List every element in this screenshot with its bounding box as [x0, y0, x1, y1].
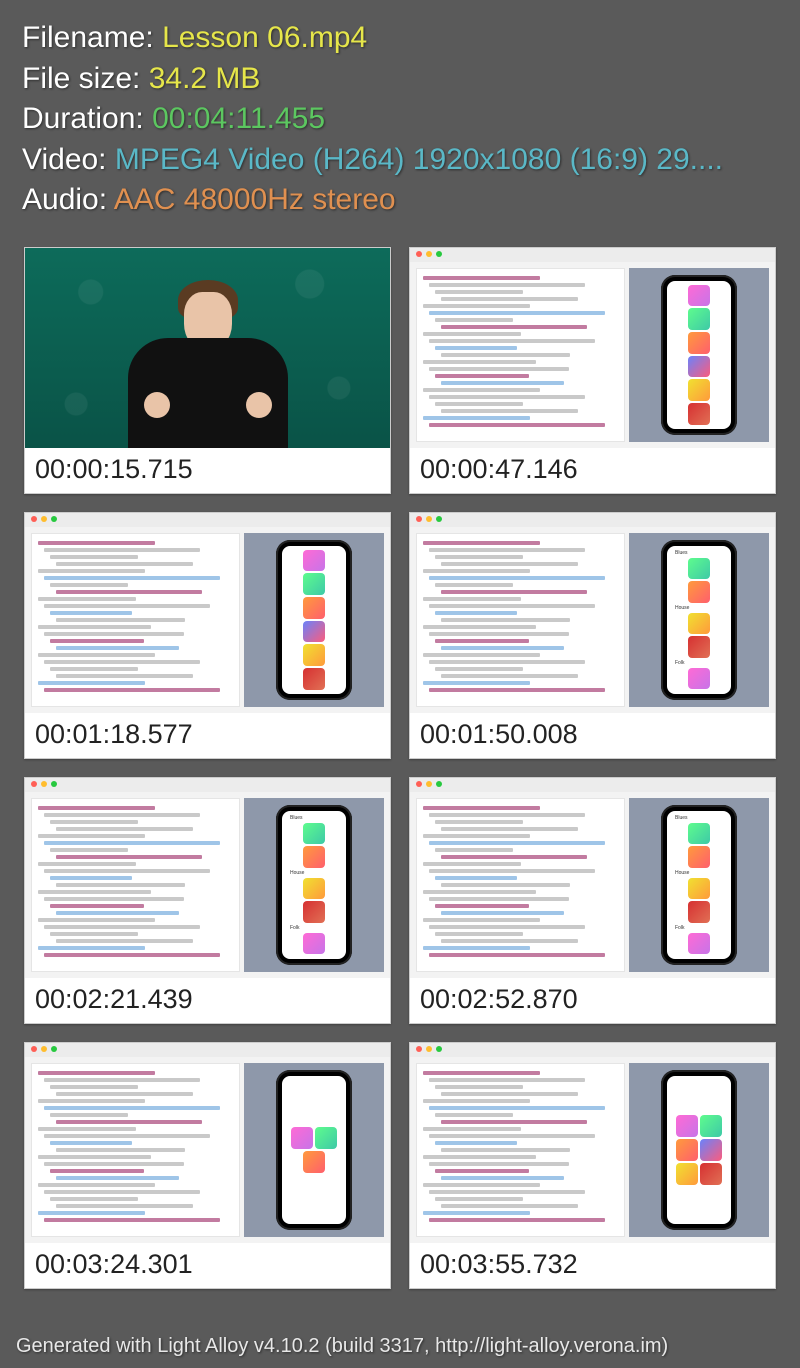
label-audio: Audio:	[22, 183, 114, 216]
code-editor-pane	[31, 798, 240, 972]
value-filename: Lesson 06.mp4	[162, 21, 367, 54]
thumbnail-card[interactable]: 00:03:24.301	[24, 1042, 391, 1289]
thumbnail-frame	[410, 1043, 775, 1243]
window-traffic-lights	[416, 1046, 442, 1052]
swiftui-preview-pane: BluesHouseFolk	[629, 798, 769, 972]
window-traffic-lights	[31, 516, 57, 522]
label-filename: Filename:	[22, 21, 162, 54]
thumbnail-frame: BluesHouseFolk	[410, 778, 775, 978]
info-row-video: Video: MPEG4 Video (H264) 1920x1080 (16:…	[22, 140, 778, 181]
thumbnail-card[interactable]: BluesHouseFolk 00:01:50.008	[409, 512, 776, 759]
label-duration: Duration:	[22, 102, 152, 135]
xcode-window: BluesHouseFolk	[410, 778, 775, 978]
info-row-duration: Duration: 00:04:11.455	[22, 99, 778, 140]
iphone-mockup: BluesHouseFolk	[661, 805, 737, 965]
thumbnail-timestamp: 00:03:24.301	[25, 1243, 390, 1288]
thumbnail-timestamp: 00:00:15.715	[25, 448, 390, 493]
thumbnail-timestamp: 00:01:50.008	[410, 713, 775, 758]
xcode-window	[25, 1043, 390, 1243]
thumbnail-frame: BluesHouseFolk	[410, 513, 775, 713]
xcode-window	[410, 248, 775, 448]
thumbnail-frame: BluesHouseFolk	[25, 778, 390, 978]
window-traffic-lights	[416, 781, 442, 787]
label-filesize: File size:	[22, 62, 149, 95]
code-editor-pane	[416, 533, 625, 707]
xcode-window: BluesHouseFolk	[410, 513, 775, 713]
code-editor-pane	[31, 533, 240, 707]
value-audio: AAC 48000Hz stereo	[114, 183, 396, 216]
swiftui-preview-pane	[629, 1063, 769, 1237]
presenter-figure	[118, 278, 298, 448]
footer-generator-text: Generated with Light Alloy v4.10.2 (buil…	[16, 1335, 668, 1358]
thumbnail-timestamp: 00:02:21.439	[25, 978, 390, 1023]
swiftui-preview-pane	[244, 1063, 384, 1237]
thumbnail-card[interactable]: BluesHouseFolk 00:02:21.439	[24, 777, 391, 1024]
thumbnail-timestamp: 00:00:47.146	[410, 448, 775, 493]
xcode-window	[25, 513, 390, 713]
window-traffic-lights	[416, 516, 442, 522]
value-duration: 00:04:11.455	[152, 102, 325, 135]
thumbnail-frame	[25, 513, 390, 713]
thumbnail-timestamp: 00:02:52.870	[410, 978, 775, 1023]
swiftui-preview-pane: BluesHouseFolk	[629, 533, 769, 707]
thumbnail-frame	[25, 248, 390, 448]
thumbnail-timestamp: 00:01:18.577	[25, 713, 390, 758]
media-info-panel: Filename: Lesson 06.mp4 File size: 34.2 …	[0, 0, 800, 233]
xcode-window: BluesHouseFolk	[25, 778, 390, 978]
code-editor-pane	[416, 268, 625, 442]
code-editor-pane	[416, 798, 625, 972]
thumbnail-card[interactable]: BluesHouseFolk 00:02:52.870	[409, 777, 776, 1024]
swiftui-preview-pane	[629, 268, 769, 442]
thumbnail-timestamp: 00:03:55.732	[410, 1243, 775, 1288]
thumbnail-frame	[25, 1043, 390, 1243]
iphone-mockup	[661, 275, 737, 435]
xcode-window	[410, 1043, 775, 1243]
code-editor-pane	[416, 1063, 625, 1237]
iphone-mockup: BluesHouseFolk	[661, 540, 737, 700]
window-traffic-lights	[31, 1046, 57, 1052]
window-traffic-lights	[416, 251, 442, 257]
info-row-filename: Filename: Lesson 06.mp4	[22, 18, 778, 59]
iphone-mockup	[276, 1070, 352, 1230]
thumbnail-frame	[410, 248, 775, 448]
thumbnail-card[interactable]: 00:01:18.577	[24, 512, 391, 759]
iphone-mockup: BluesHouseFolk	[276, 805, 352, 965]
swiftui-preview-pane	[244, 533, 384, 707]
thumbnail-card[interactable]: 00:00:15.715	[24, 247, 391, 494]
info-row-audio: Audio: AAC 48000Hz stereo	[22, 180, 778, 221]
info-row-filesize: File size: 34.2 MB	[22, 59, 778, 100]
thumbnail-card[interactable]: 00:03:55.732	[409, 1042, 776, 1289]
window-traffic-lights	[31, 781, 57, 787]
thumbnail-grid: 00:00:15.715 00:00:47.146 00:01:18.577 Blue…	[0, 233, 800, 1297]
swiftui-preview-pane: BluesHouseFolk	[244, 798, 384, 972]
value-filesize: 34.2 MB	[149, 62, 261, 95]
value-video: MPEG4 Video (H264) 1920x1080 (16:9) 29..…	[115, 143, 723, 176]
iphone-mockup	[661, 1070, 737, 1230]
iphone-mockup	[276, 540, 352, 700]
label-video: Video:	[22, 143, 115, 176]
thumbnail-card[interactable]: 00:00:47.146	[409, 247, 776, 494]
code-editor-pane	[31, 1063, 240, 1237]
